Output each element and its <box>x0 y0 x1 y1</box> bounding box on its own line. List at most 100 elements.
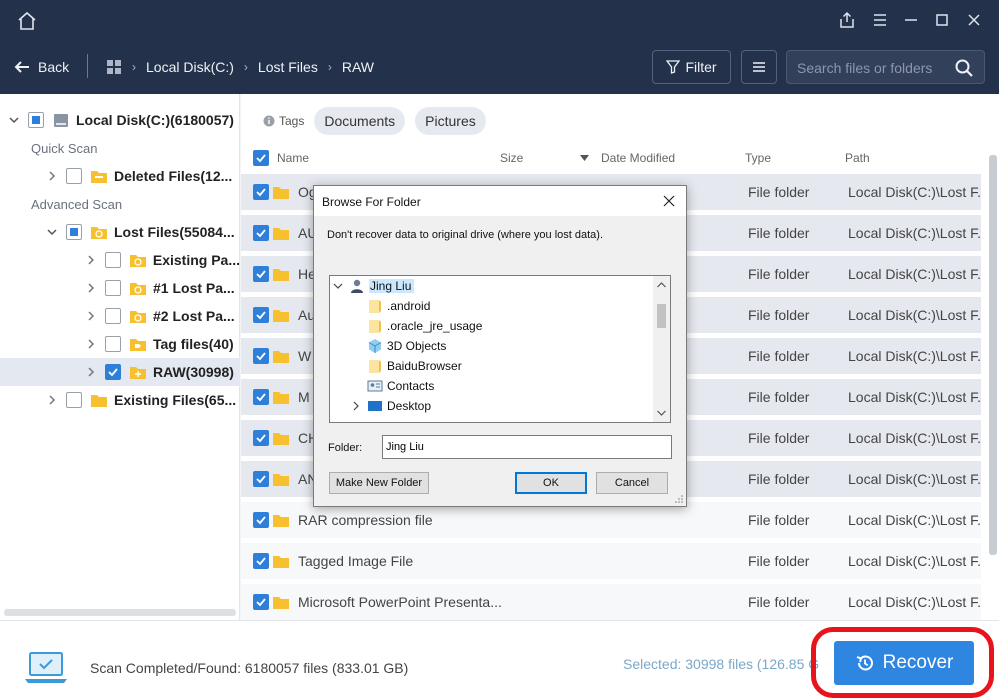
back-button[interactable]: Back <box>14 56 69 78</box>
tree-node-oracle[interactable]: .oracle_jre_usage <box>367 316 482 336</box>
checkmark-icon <box>256 516 266 525</box>
cancel-button[interactable]: Cancel <box>596 472 668 494</box>
row-checkbox[interactable] <box>253 594 269 610</box>
row-checkbox[interactable] <box>253 348 269 364</box>
tree-node-baidubrowser[interactable]: BaiduBrowser <box>367 356 462 376</box>
tree-node-android[interactable]: .android <box>367 296 430 316</box>
tree-item-existing-files[interactable]: Existing Files(65... <box>0 386 240 414</box>
checkmark-icon <box>256 270 266 279</box>
folder-label: Folder: <box>328 442 363 454</box>
row-checkbox[interactable] <box>253 512 269 528</box>
search-icon[interactable] <box>954 58 974 78</box>
recover-button[interactable]: Recover <box>834 641 974 685</box>
table-row[interactable]: Tagged Image File File folder Local Disk(C… <box>241 543 981 579</box>
row-checkbox[interactable] <box>253 184 269 200</box>
checkbox[interactable] <box>104 252 121 268</box>
scroll-up-icon[interactable] <box>653 278 670 292</box>
row-checkbox[interactable] <box>253 430 269 446</box>
table-row[interactable]: RAR compression file File folder Local Dis… <box>241 502 981 538</box>
home-icon[interactable] <box>16 10 38 32</box>
select-all-checkbox[interactable] <box>253 150 269 166</box>
row-checkbox[interactable] <box>253 266 269 282</box>
checkbox[interactable] <box>105 308 121 324</box>
tree-node-user[interactable]: Jing Liu <box>333 276 415 296</box>
row-checkbox[interactable] <box>253 307 269 323</box>
breadcrumb-local-disk[interactable]: Local Disk(C:) <box>146 59 234 75</box>
search-input[interactable] <box>797 58 947 78</box>
close-icon[interactable] <box>964 10 984 30</box>
tree-item-existing-partition[interactable]: Existing Pa... <box>0 246 240 274</box>
close-icon[interactable] <box>662 194 676 208</box>
row-type: File folder <box>748 512 810 528</box>
folder-icon <box>273 269 289 281</box>
chevron-right-icon[interactable] <box>85 254 97 266</box>
row-checkbox[interactable] <box>253 389 269 405</box>
menu-icon[interactable] <box>870 10 890 30</box>
row-path: Local Disk(C:)\Lost F... <box>848 389 981 405</box>
list-icon <box>753 62 765 72</box>
row-path: Local Disk(C:)\Lost F... <box>848 471 981 487</box>
scrollbar-thumb[interactable] <box>657 304 666 328</box>
ok-button[interactable]: OK <box>515 472 587 494</box>
tree-node-label: .android <box>387 299 431 313</box>
chevron-right-icon[interactable] <box>46 394 58 406</box>
row-path: Local Disk(C:)\Lost F... <box>848 553 981 569</box>
column-date-modified[interactable]: Date Modified <box>601 151 675 165</box>
tree-item-deleted-files[interactable]: Deleted Files(12... <box>0 162 240 190</box>
column-name[interactable]: Name <box>277 151 309 165</box>
column-path[interactable]: Path <box>845 151 870 165</box>
checkbox[interactable] <box>28 112 44 128</box>
checkbox[interactable] <box>66 392 82 408</box>
checkbox[interactable] <box>66 224 82 240</box>
chevron-right-icon[interactable] <box>46 170 58 182</box>
share-icon[interactable] <box>837 10 857 30</box>
tree-item-lost-files[interactable]: Lost Files(55084... <box>0 218 240 246</box>
tag-documents[interactable]: Documents <box>314 107 406 135</box>
tree-vertical-scrollbar[interactable] <box>653 276 670 422</box>
resize-grip-icon[interactable] <box>674 494 684 504</box>
tree-item-lost-partition-1[interactable]: #1 Lost Pa... <box>0 274 240 302</box>
column-type[interactable]: Type <box>745 151 771 165</box>
row-path: Local Disk(C:)\Lost F... <box>848 594 981 610</box>
tag-pictures[interactable]: Pictures <box>415 107 486 135</box>
maximize-icon[interactable] <box>932 10 952 30</box>
computer-icon[interactable] <box>106 59 122 75</box>
checkbox[interactable] <box>105 364 121 380</box>
checkbox[interactable] <box>66 168 82 184</box>
table-row[interactable]: Microsoft PowerPoint Presenta... File fol… <box>241 584 981 620</box>
sidebar-horizontal-scrollbar[interactable] <box>4 609 236 616</box>
chevron-right-icon[interactable] <box>85 366 97 378</box>
chevron-right-icon[interactable] <box>85 310 97 322</box>
chevron-right-icon[interactable] <box>85 282 97 294</box>
scrollbar-thumb[interactable] <box>989 155 997 555</box>
list-vertical-scrollbar[interactable] <box>989 150 997 620</box>
tree-node-3d-objects[interactable]: 3D Objects <box>367 336 446 356</box>
row-checkbox[interactable] <box>253 225 269 241</box>
row-checkbox[interactable] <box>253 471 269 487</box>
tree-item-tag-files[interactable]: Tag files(40) <box>0 330 240 358</box>
checkbox[interactable] <box>105 336 121 352</box>
tree-node-desktop[interactable]: Desktop <box>351 396 431 416</box>
minimize-icon[interactable] <box>901 10 921 30</box>
checkmark-icon <box>108 368 118 377</box>
folder-field[interactable] <box>382 435 672 459</box>
tree-item-raw[interactable]: RAW(30998) <box>0 358 240 386</box>
view-menu-button[interactable] <box>741 50 777 84</box>
row-path: Local Disk(C:)\Lost F... <box>848 430 981 446</box>
row-checkbox[interactable] <box>253 553 269 569</box>
checkbox[interactable] <box>105 280 121 296</box>
chevron-right-icon[interactable] <box>351 401 361 411</box>
tree-item-local-disk[interactable]: Local Disk(C:)(6180057) <box>0 106 240 134</box>
breadcrumb-lost-files[interactable]: Lost Files <box>258 59 318 75</box>
breadcrumb-raw[interactable]: RAW <box>342 59 374 75</box>
scroll-down-icon[interactable] <box>653 406 670 420</box>
filter-button[interactable]: Filter <box>652 50 731 84</box>
tree-item-lost-partition-2[interactable]: #2 Lost Pa... <box>0 302 240 330</box>
chevron-down-icon[interactable] <box>333 281 343 291</box>
chevron-right-icon[interactable] <box>85 338 97 350</box>
tree-node-contacts[interactable]: Contacts <box>367 376 434 396</box>
chevron-down-icon[interactable] <box>46 226 58 238</box>
chevron-down-icon[interactable] <box>8 114 20 126</box>
make-new-folder-button[interactable]: Make New Folder <box>329 472 429 494</box>
column-size[interactable]: Size <box>500 151 523 165</box>
